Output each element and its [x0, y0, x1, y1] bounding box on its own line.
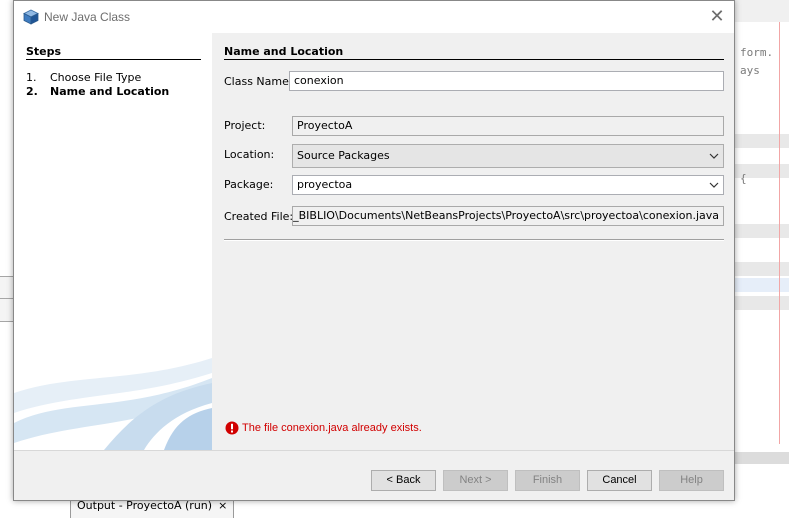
- step-choose-file-type: 1. Choose File Type: [26, 71, 141, 84]
- project-label: Project:: [224, 119, 266, 132]
- code-editor[interactable]: [735, 22, 789, 462]
- created-file-field[interactable]: C:\Users\PC18_BIBLIO\Documents\NetBeansP…: [292, 206, 724, 226]
- finish-button[interactable]: Finish: [515, 470, 580, 491]
- chevron-down-icon[interactable]: [708, 179, 720, 191]
- editor-line-highlight: [735, 134, 789, 148]
- ide-left-panel-edge: [0, 276, 13, 322]
- dialog-title: New Java Class: [44, 10, 131, 24]
- code-fragment: {: [740, 172, 747, 185]
- project-field[interactable]: ProyectoA: [292, 116, 724, 136]
- created-file-label: Created File:: [224, 210, 294, 223]
- location-label: Location:: [224, 148, 275, 161]
- step-number: 2.: [26, 85, 38, 98]
- section-title: Name and Location: [224, 45, 344, 58]
- editor-right-margin: [779, 22, 780, 444]
- next-button[interactable]: Next >: [443, 470, 508, 491]
- location-value: Source Packages: [297, 149, 390, 162]
- error-message: The file conexion.java already exists.: [242, 422, 422, 434]
- steps-heading: Steps: [26, 45, 62, 58]
- package-value: proyectoa: [297, 178, 353, 191]
- close-icon[interactable]: ✕: [704, 5, 730, 29]
- cancel-button[interactable]: Cancel: [587, 470, 652, 491]
- ide-toolbar-strip: [735, 0, 789, 23]
- step-label: Choose File Type: [50, 71, 142, 84]
- back-button[interactable]: < Back: [371, 470, 436, 491]
- code-fragment: form.: [740, 46, 774, 59]
- package-combobox[interactable]: proyectoa: [292, 175, 724, 195]
- editor-line-highlight: [735, 296, 789, 310]
- code-fragment: ays: [740, 64, 760, 77]
- dialog-titlebar[interactable]: New Java Class ✕: [14, 1, 734, 33]
- divider: [224, 239, 724, 241]
- help-button[interactable]: Help: [659, 470, 724, 491]
- error-icon: [225, 421, 239, 435]
- netbeans-cube-icon: [23, 9, 39, 25]
- editor-current-line: [735, 278, 789, 292]
- location-dropdown[interactable]: Source Packages: [292, 144, 724, 168]
- divider: [224, 59, 724, 60]
- decorative-swoosh-art: [14, 358, 212, 450]
- created-file-path: C:\Users\PC18_BIBLIO\Documents\NetBeansP…: [293, 209, 719, 222]
- step-label: Name and Location: [50, 85, 170, 98]
- editor-line-highlight: [735, 262, 789, 276]
- editor-scrollbar[interactable]: [735, 452, 789, 464]
- chevron-down-icon: [709, 153, 719, 159]
- name-and-location-panel: Name and Location Class Name: conexion P…: [212, 33, 734, 450]
- class-name-label: Class Name:: [224, 75, 293, 88]
- new-java-class-dialog: New Java Class ✕ Steps 1. Choose File Typ…: [13, 0, 735, 501]
- divider: [14, 450, 734, 451]
- package-label: Package:: [224, 178, 274, 191]
- class-name-input[interactable]: conexion: [289, 71, 724, 91]
- editor-line-highlight: [735, 224, 789, 238]
- divider: [26, 59, 201, 60]
- step-number: 1.: [26, 71, 37, 84]
- step-name-and-location: 2. Name and Location: [26, 85, 169, 98]
- steps-panel: Steps 1. Choose File Type 2. Name and Loca…: [14, 33, 212, 450]
